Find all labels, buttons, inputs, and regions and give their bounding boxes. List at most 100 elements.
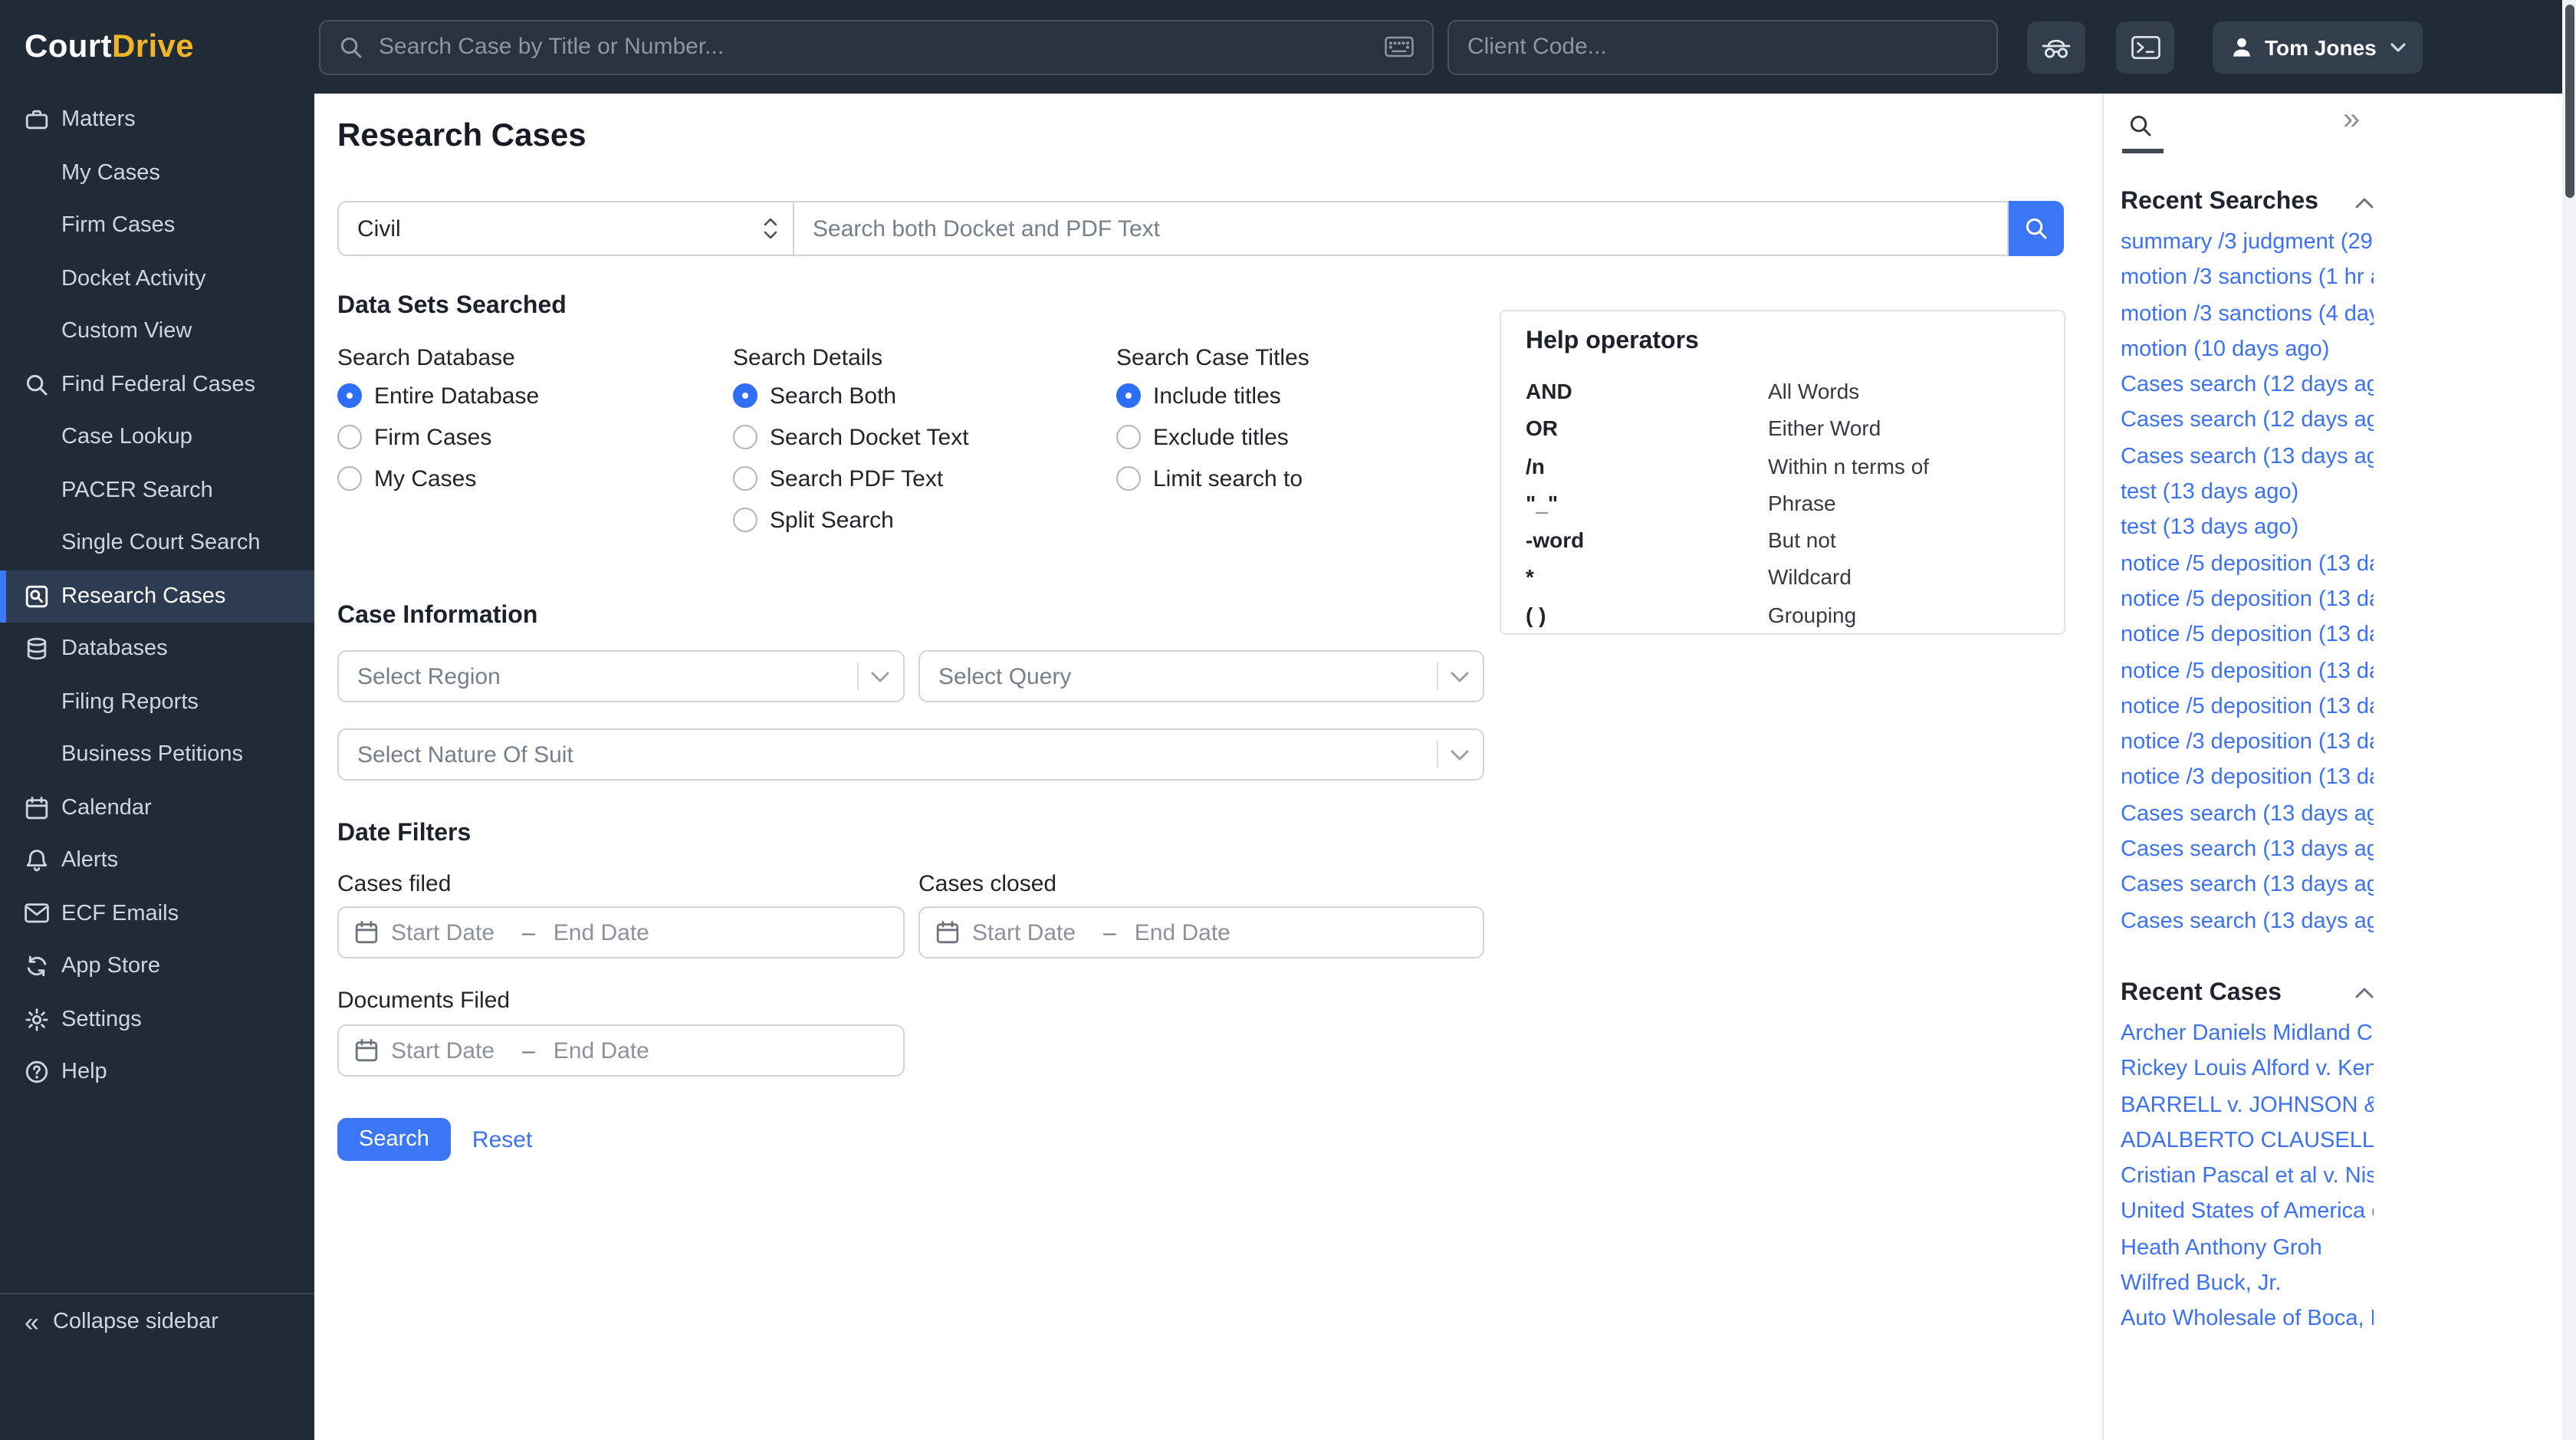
client-code-input[interactable] <box>1467 34 1978 60</box>
nav-icon-slot <box>25 320 49 344</box>
radio-label: Include titles <box>1153 383 1281 409</box>
panel-search-tab-icon[interactable] <box>2128 113 2153 138</box>
search-button[interactable]: Search <box>337 1118 451 1161</box>
recent-search-cases-search-13-days-ago[interactable]: Cases search (13 days ago) <box>2121 797 2374 833</box>
recent-search-cases-search-13-days-ago[interactable]: Cases search (13 days ago) <box>2121 833 2374 869</box>
recent-searches-header[interactable]: Recent Searches <box>2121 187 2374 218</box>
user-menu-button[interactable]: Tom Jones <box>2213 21 2423 73</box>
sidebar-item-app-store[interactable]: App Store <box>0 940 314 993</box>
search-type-select[interactable]: Civil <box>337 201 794 256</box>
sidebar-item-label: Calendar <box>61 795 152 820</box>
collapse-sidebar-button[interactable]: « Collapse sidebar <box>0 1294 314 1350</box>
recent-search-notice-5-deposition-13-da[interactable]: notice /5 deposition (13 da... <box>2121 583 2374 619</box>
sidebar-item-label: Matters <box>61 107 136 133</box>
logo-text-primary: Court <box>25 28 112 64</box>
radio-circle <box>1116 425 1141 449</box>
briefcase-icon <box>25 108 49 133</box>
scrollbar-thumb[interactable] <box>2564 5 2574 198</box>
recent-case-auto-wholesale-of-boca-l[interactable]: Auto Wholesale of Boca, L... <box>2121 1303 2374 1339</box>
group-label: Search Details <box>733 345 883 371</box>
recent-search-motion-3-sanctions-1-hr-a[interactable]: motion /3 sanctions (1 hr a... <box>2121 261 2374 298</box>
radio-include-titles[interactable]: Include titles <box>1116 383 1309 409</box>
sidebar-item-ecf-emails[interactable]: ECF Emails <box>0 887 314 940</box>
help-operator-row: OR Either Word <box>1526 410 2039 448</box>
recent-case-wilfred-buck-jr[interactable]: Wilfred Buck, Jr. <box>2121 1267 2374 1303</box>
sidebar-item-single-court-search[interactable]: Single Court Search <box>0 517 314 570</box>
sidebar-item-docket-activity[interactable]: Docket Activity <box>0 252 314 305</box>
recent-search-notice-5-deposition-13-da[interactable]: notice /5 deposition (13 da... <box>2121 619 2374 655</box>
form-actions: Search Reset <box>337 1118 2064 1161</box>
recent-case-rickey-louis-alford-v-kenn[interactable]: Rickey Louis Alford v. Kenn... <box>2121 1052 2374 1088</box>
sidebar-item-filing-reports[interactable]: Filing Reports <box>0 676 314 728</box>
sidebar-item-databases[interactable]: Databases <box>0 623 314 676</box>
sidebar-item-label: Firm Cases <box>61 213 176 238</box>
query-select[interactable]: Select Query <box>918 650 1484 702</box>
sidebar-item-alerts[interactable]: Alerts <box>0 834 314 887</box>
recent-search-notice-3-deposition-13-da[interactable]: notice /3 deposition (13 da... <box>2121 725 2374 761</box>
radio-circle <box>337 466 362 491</box>
sidebar-item-my-cases[interactable]: My Cases <box>0 146 314 199</box>
recent-search-test-13-days-ago[interactable]: test (13 days ago) <box>2121 511 2374 547</box>
recent-search-notice-5-deposition-13-da[interactable]: notice /5 deposition (13 da... <box>2121 654 2374 690</box>
region-select[interactable]: Select Region <box>337 650 905 702</box>
cases-closed-date-range[interactable]: Start Date – End Date <box>918 906 1484 958</box>
radio-entire-database[interactable]: Entire Database <box>337 383 733 409</box>
collapse-panel-chevrons-icon[interactable]: » <box>2343 104 2360 135</box>
recent-search-cases-search-13-days-ago[interactable]: Cases search (13 days ago) <box>2121 904 2374 940</box>
recent-search-notice-5-deposition-13-da[interactable]: notice /5 deposition (13 da... <box>2121 690 2374 726</box>
sidebar-item-custom-view[interactable]: Custom View <box>0 305 314 358</box>
recent-search-cases-search-13-days-ago[interactable]: Cases search (13 days ago) <box>2121 440 2374 476</box>
radio-label: Exclude titles <box>1153 424 1289 450</box>
recent-case-united-states-of-america-e[interactable]: United States of America e... <box>2121 1195 2374 1231</box>
sidebar-item-pacer-search[interactable]: PACER Search <box>0 464 314 517</box>
recent-search-notice-5-deposition-13-da[interactable]: notice /5 deposition (13 da... <box>2121 547 2374 583</box>
recent-case-adalberto-clausells[interactable]: ADALBERTO CLAUSELLS... <box>2121 1124 2374 1160</box>
radio-label: Firm Cases <box>374 424 492 450</box>
cases-filed-date-range[interactable]: Start Date – End Date <box>337 906 905 958</box>
radio-search-pdf-text[interactable]: Search PDF Text <box>733 465 1116 492</box>
sidebar-item-case-lookup[interactable]: Case Lookup <box>0 411 314 464</box>
radio-search-both[interactable]: Search Both <box>733 383 1116 409</box>
recent-search-cases-search-13-days-ago[interactable]: Cases search (13 days ago) <box>2121 869 2374 905</box>
radio-limit-search-to[interactable]: Limit search to <box>1116 465 1309 492</box>
sidebar-item-firm-cases[interactable]: Firm Cases <box>0 199 314 252</box>
help-operator-row: -word But not <box>1526 521 2039 559</box>
recent-cases-header[interactable]: Recent Cases <box>2121 978 2374 1009</box>
incognito-button[interactable] <box>2027 21 2085 73</box>
radio-split-search[interactable]: Split Search <box>733 507 1116 533</box>
recent-case-barrell-v-johnson-j[interactable]: BARRELL v. JOHNSON & J... <box>2121 1088 2374 1124</box>
radio-exclude-titles[interactable]: Exclude titles <box>1116 424 1309 450</box>
sidebar-item-find-federal-cases[interactable]: Find Federal Cases <box>0 358 314 411</box>
app-logo[interactable]: CourtDrive <box>25 28 319 65</box>
recent-search-cases-search-12-days-ago[interactable]: Cases search (12 days ago) <box>2121 368 2374 404</box>
recent-search-notice-3-deposition-13-da[interactable]: notice /3 deposition (13 da... <box>2121 761 2374 797</box>
recent-search-cases-search-12-days-ago[interactable]: Cases search (12 days ago) <box>2121 404 2374 440</box>
recent-case-cristian-pascal-et-al-v-niss[interactable]: Cristian Pascal et al v. Niss... <box>2121 1159 2374 1195</box>
help-operator-row: ( ) Grouping <box>1526 597 2039 634</box>
radio-label: Search Docket Text <box>770 424 969 450</box>
nature-of-suit-select[interactable]: Select Nature Of Suit <box>337 728 1484 781</box>
radio-firm-cases[interactable]: Firm Cases <box>337 424 733 450</box>
case-search-input[interactable] <box>379 34 1369 60</box>
radio-search-docket-text[interactable]: Search Docket Text <box>733 424 1116 450</box>
docket-pdf-search-input[interactable] <box>794 201 2009 256</box>
documents-filed-date-range[interactable]: Start Date – End Date <box>337 1024 905 1077</box>
terminal-button[interactable] <box>2116 21 2174 73</box>
search-submit-button[interactable] <box>2009 201 2064 256</box>
collapse-chevrons-icon: « <box>25 1307 39 1336</box>
recent-case-heath-anthony-groh[interactable]: Heath Anthony Groh <box>2121 1231 2374 1267</box>
recent-search-summary-3-judgment-29[interactable]: summary /3 judgment (29 ... <box>2121 225 2374 261</box>
sidebar-item-business-petitions[interactable]: Business Petitions <box>0 728 314 781</box>
reset-button[interactable]: Reset <box>472 1126 532 1152</box>
sidebar-item-help[interactable]: Help <box>0 1046 314 1099</box>
recent-case-archer-daniels-midland-co[interactable]: Archer Daniels Midland Co... <box>2121 1017 2374 1053</box>
radio-my-cases[interactable]: My Cases <box>337 465 733 492</box>
sidebar-item-calendar[interactable]: Calendar <box>0 781 314 834</box>
sidebar-item-research-cases[interactable]: Research Cases <box>0 570 314 623</box>
recent-search-motion-3-sanctions-4-day[interactable]: motion /3 sanctions (4 day... <box>2121 297 2374 333</box>
recent-search-motion-10-days-ago[interactable]: motion (10 days ago) <box>2121 333 2374 369</box>
sidebar-item-settings[interactable]: Settings <box>0 993 314 1046</box>
person-icon <box>2229 35 2254 59</box>
sidebar-item-matters[interactable]: Matters <box>0 94 314 146</box>
recent-search-test-13-days-ago[interactable]: test (13 days ago) <box>2121 475 2374 511</box>
